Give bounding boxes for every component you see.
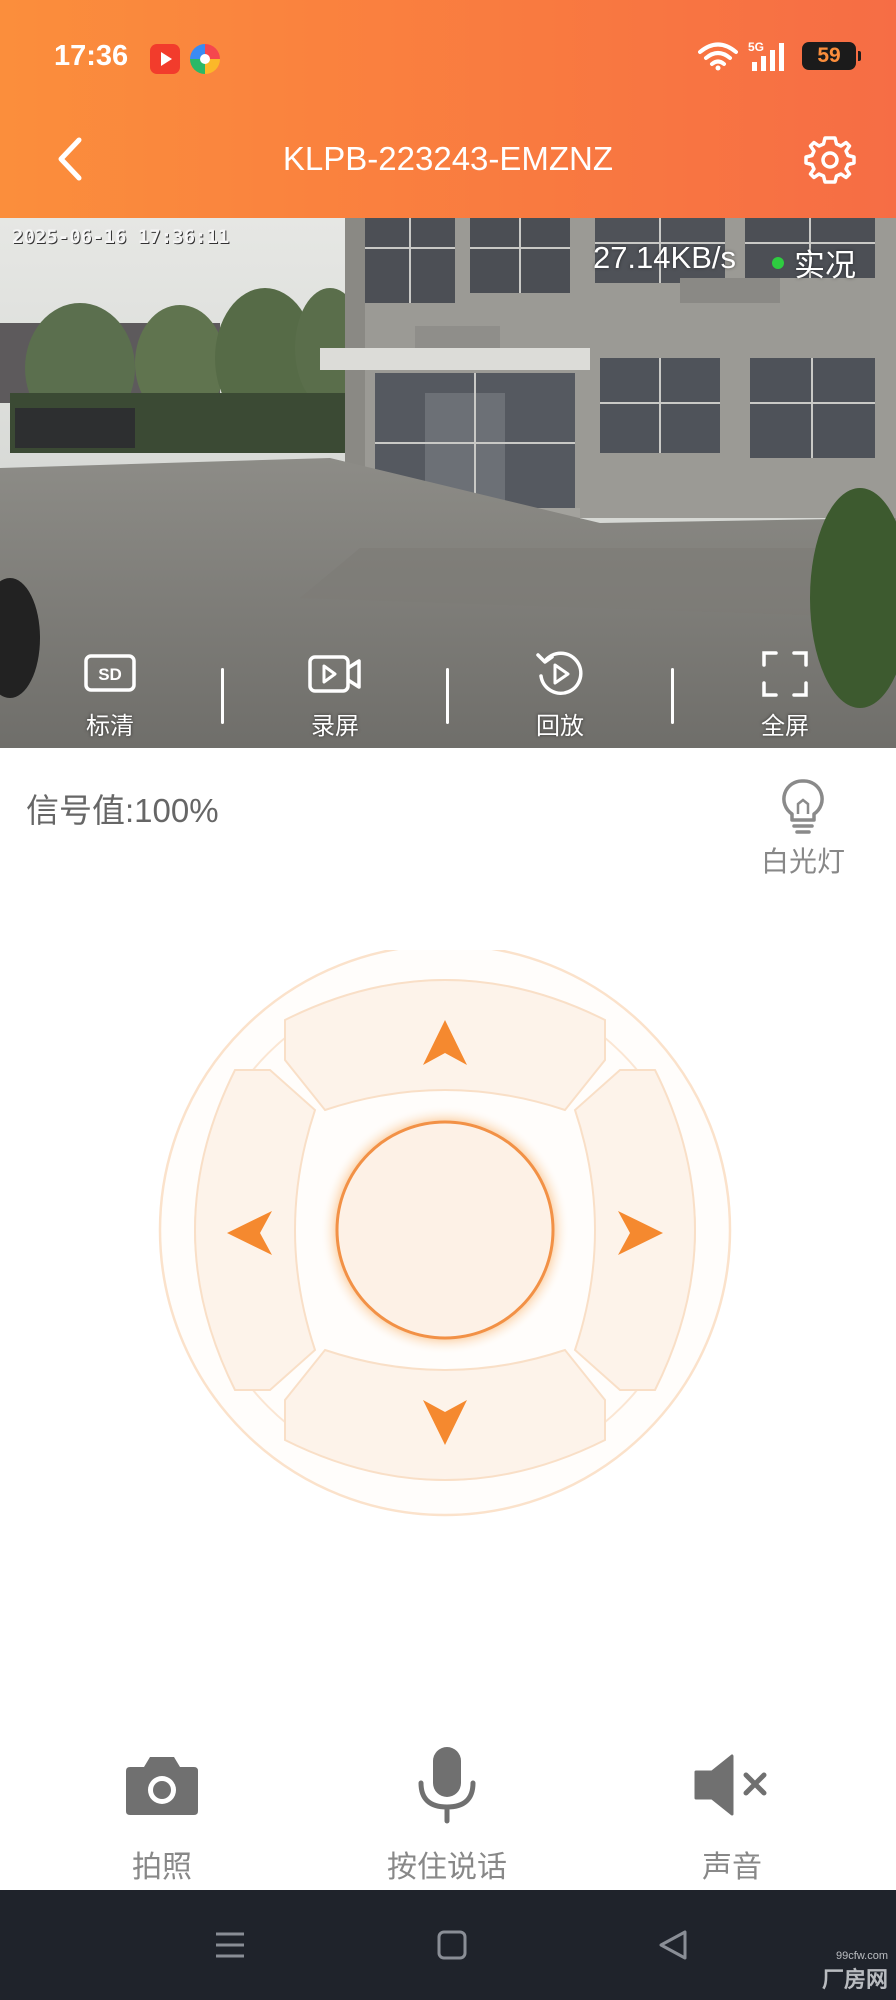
settings-button[interactable] [800,128,860,192]
nav-menu-button[interactable] [200,1920,260,1970]
watermark-site: 99cfw.com [836,1950,888,1962]
device-title: KLPB-223243-EMZNZ [282,140,614,177]
gear-icon [804,136,856,184]
sd-icon: SD [84,654,136,692]
fullscreen-label: 全屏 [761,713,809,740]
sound-toggle-button[interactable]: 声音 [642,1740,822,1890]
wifi-icon [698,42,738,71]
video-timestamp: 2025-06-16 17:36:11 [12,226,230,248]
signal-strength: 信号值:100% [26,792,219,829]
snapshot-label: 拍照 [132,1851,192,1884]
nav-home-button[interactable] [422,1920,482,1970]
ptz-right-button[interactable] [585,1100,705,1380]
speaker-muted-icon [694,1754,767,1816]
system-nav-bar: 99cfw.com 厂房网 [0,1890,896,2000]
ptz-left-button[interactable] [185,1100,305,1380]
video-app-icon [150,44,180,74]
live-label: 实况 [794,248,856,283]
snapshot-button[interactable]: 拍照 [72,1740,252,1890]
colorful-app-icon [190,44,220,74]
camera-icon [126,1757,198,1815]
bottom-actions: 拍照 按住说话 声音 [0,1740,896,1890]
divider [671,668,674,724]
playback-icon [536,651,583,695]
watermark-text: 厂房网 [821,1967,888,1992]
live-indicator: 实况 [772,240,856,285]
status-icons: 5G 59 [698,40,861,72]
push-to-talk-label: 按住说话 [387,1851,507,1884]
battery-indicator: 59 [802,42,861,70]
ptz-control-pad [155,950,735,1530]
push-to-talk-button[interactable]: 按住说话 [357,1740,537,1890]
microphone-icon [418,1747,476,1824]
lightbulb-icon [782,779,824,834]
svg-text:SD: SD [98,665,122,684]
playback-label: 回放 [536,713,584,740]
ptz-down-button[interactable] [305,1360,585,1480]
video-control-bar: SD 标清 录屏 回放 全屏 [0,638,896,748]
nav-back-button[interactable] [643,1920,703,1970]
divider [221,668,224,724]
record-video-icon [308,655,361,693]
fullscreen-icon [762,651,808,697]
live-dot [772,256,784,269]
status-time: 17:36 [54,40,129,72]
fullscreen-button[interactable]: 全屏 [725,638,845,748]
signal-5g-icon: 5G [748,40,784,71]
white-light-button[interactable]: 白光灯 [748,778,858,898]
record-button[interactable]: 录屏 [275,638,395,748]
quality-sd-button[interactable]: SD 标清 [50,638,170,748]
quality-label: 标清 [86,713,134,740]
sound-label: 声音 [702,1851,762,1884]
divider [446,668,449,724]
live-video-view[interactable]: 2025-06-16 17:36:11 27.14KB/s 实况 SD 标清 录… [0,218,896,748]
menu-icon [216,1932,244,1958]
white-light-label: 白光灯 [760,846,845,877]
ptz-center-button[interactable] [335,1120,555,1340]
header: 17:36 5G 59 KLPB-223243-EMZNZ [0,0,896,218]
bitrate-readout: 27.14KB/s [592,240,736,275]
ptz-up-button[interactable] [305,990,585,1110]
svg-text:5G: 5G [748,40,764,54]
playback-button[interactable]: 回放 [500,638,620,748]
record-label: 录屏 [311,713,359,740]
home-icon [437,1930,467,1960]
back-triangle-icon [659,1930,687,1960]
watermark: 99cfw.com 厂房网 [822,1950,888,1994]
